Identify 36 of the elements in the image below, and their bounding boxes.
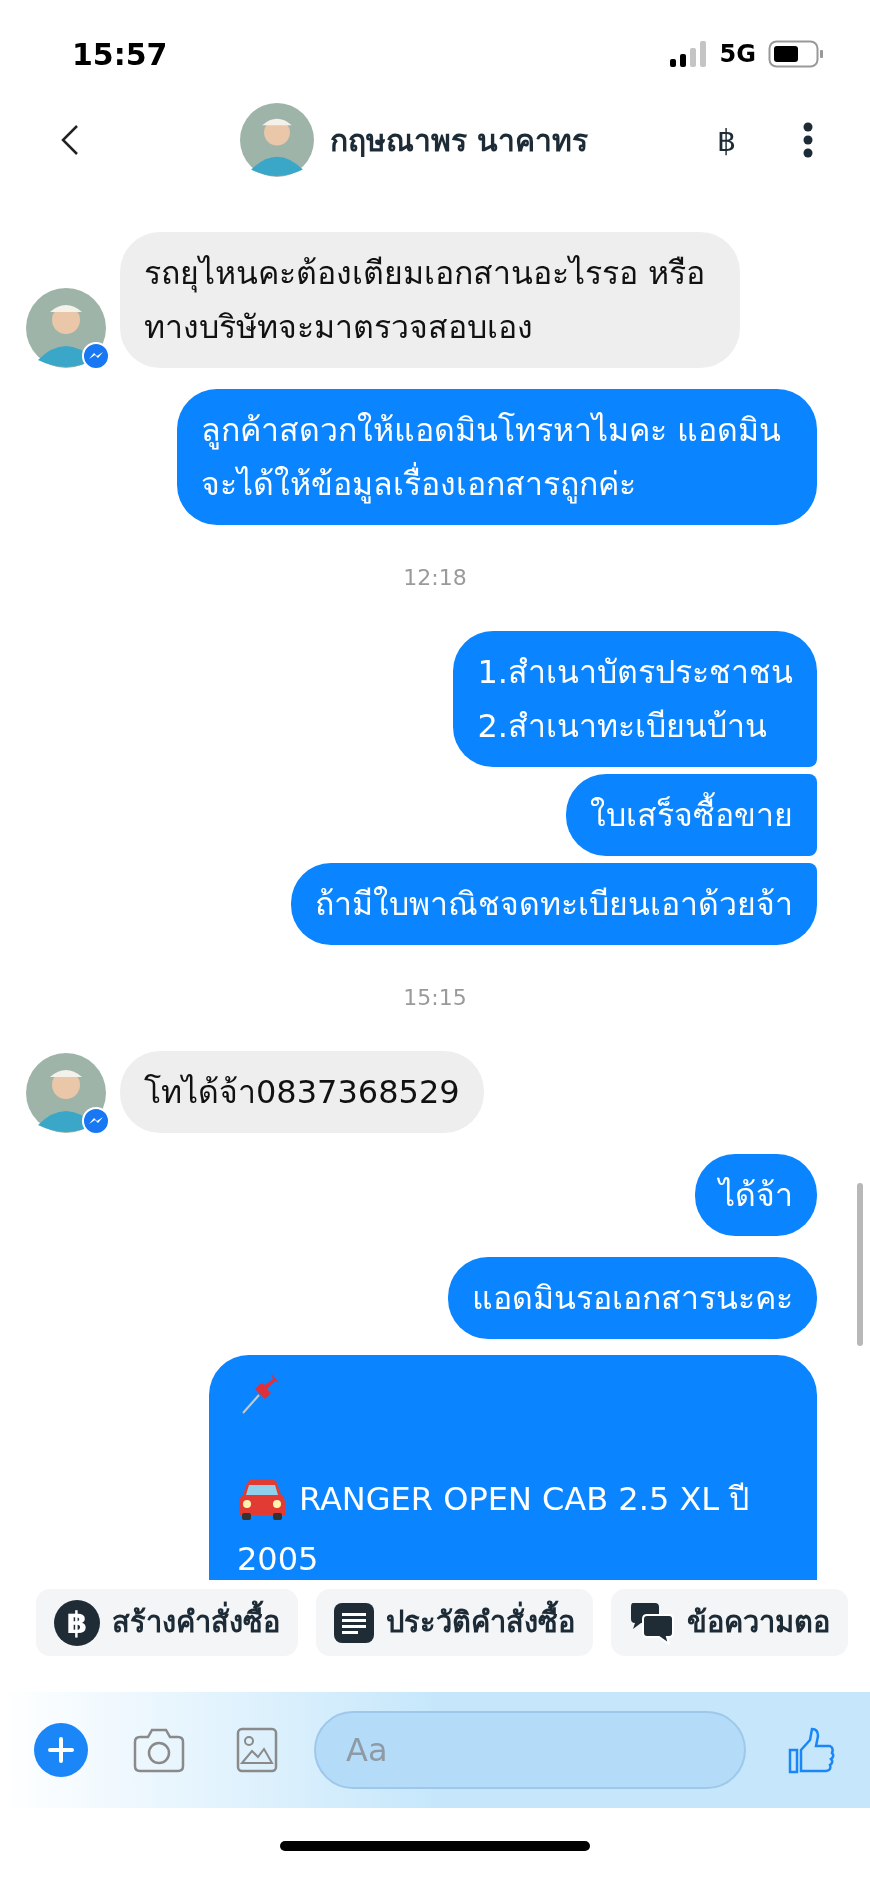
currency-button[interactable]: ฿ xyxy=(716,117,736,163)
message-bubble: 1.สำเนาบัตรประชาชน 2.สำเนาทะเบียนบ้าน xyxy=(453,631,817,767)
listing-title: 2005 xyxy=(237,1539,319,1580)
quick-action-chip[interactable]: ข้อความตอ xyxy=(611,1589,848,1656)
message-input[interactable]: Aa xyxy=(346,1726,745,1774)
car-icon xyxy=(237,1477,287,1521)
messenger-badge-icon xyxy=(82,1107,110,1135)
message-bubble: รถยุไหนคะต้องเตียมเอกสานอะไรรอ หรือทางบริษัทจะมาตรวจสอบเอง xyxy=(120,232,740,368)
status-time: 15:57 xyxy=(72,35,168,74)
quick-action-chip[interactable]: ประวัติคำสั่งซื้อ xyxy=(316,1589,593,1656)
chat-bubbles-icon xyxy=(629,1600,675,1645)
timestamp: 12:18 xyxy=(403,564,467,592)
baht-icon: ฿ xyxy=(54,1599,100,1646)
network-label: 5G xyxy=(719,39,756,70)
message-bubble: โทได้จ้า0837368529 xyxy=(120,1051,484,1133)
signal-icon xyxy=(669,41,708,67)
image-icon[interactable] xyxy=(236,1727,278,1773)
list-icon xyxy=(334,1602,374,1643)
back-chevron-icon xyxy=(61,124,79,156)
message-field[interactable]: Aa xyxy=(314,1711,746,1789)
thumbs-up-icon[interactable] xyxy=(788,1726,836,1774)
timestamp: 15:15 xyxy=(403,984,467,1012)
contact-name: กฤษณาพร นาคาทร xyxy=(330,121,589,160)
plus-icon xyxy=(48,1737,74,1763)
message-bubble: ได้จ้า xyxy=(695,1154,817,1236)
battery-icon xyxy=(768,40,824,68)
message-bubble: ใบเสร็จซื้อขาย xyxy=(566,774,817,856)
message-bubble: ลูกค้าสดวกให้แอดมินโทรหาไมคะ แอดมินจะได้ให้ข้อมูลเรื่องเอกสารถูกค่ะ xyxy=(177,389,817,525)
add-button[interactable] xyxy=(34,1723,88,1777)
camera-icon[interactable] xyxy=(132,1727,186,1773)
messenger-badge-icon xyxy=(82,342,110,370)
listing-title: RANGER OPEN CAB 2.5 XL ปี xyxy=(299,1479,750,1520)
more-options-icon[interactable] xyxy=(802,122,814,158)
quick-action-chip[interactable]: ฿ สร้างคำสั่งซื้อ xyxy=(36,1589,298,1656)
message-bubble: แอดมินรอเอกสารนะคะ xyxy=(448,1257,817,1339)
message-bubble: ถ้ามีใบพาณิชจดทะเบียนเอาด้วยจ้า xyxy=(291,863,817,945)
